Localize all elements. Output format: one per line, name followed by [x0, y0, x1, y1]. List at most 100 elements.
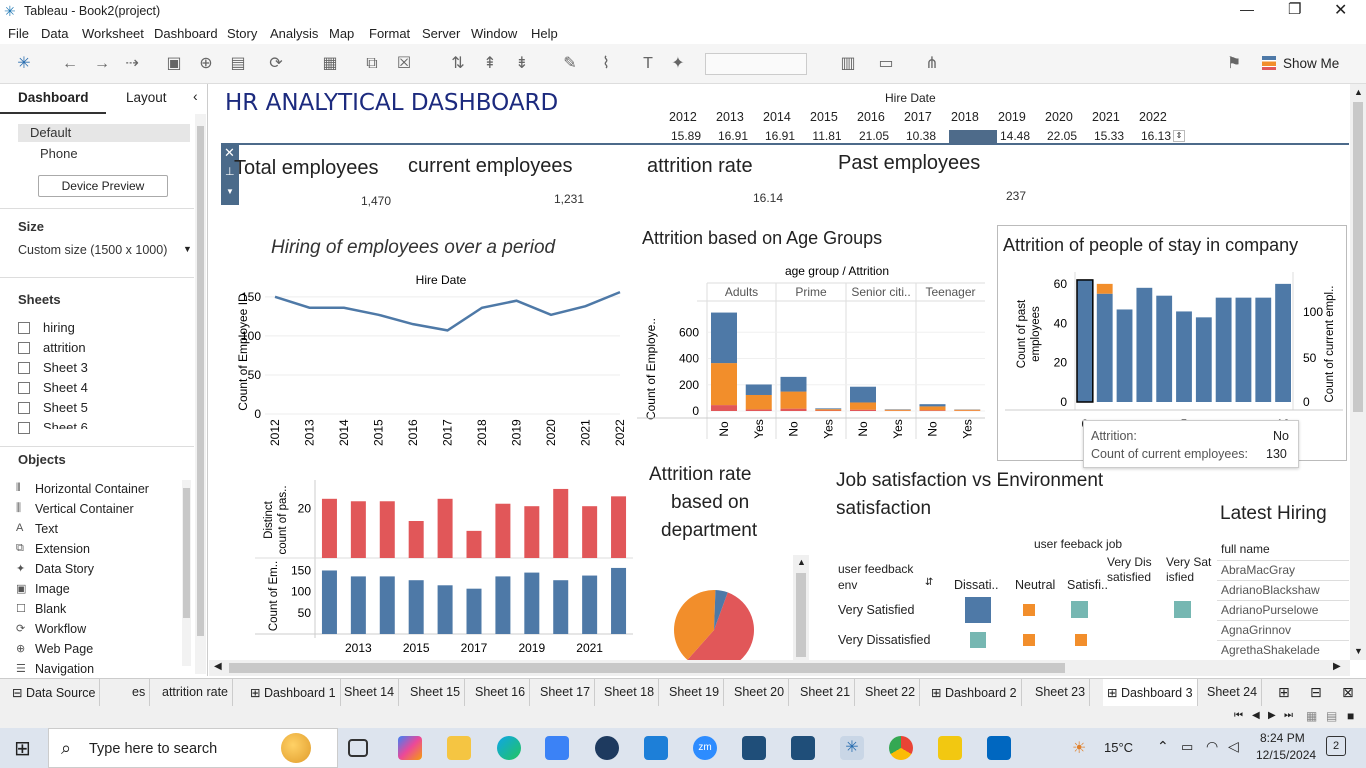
stay-bar[interactable] — [1255, 297, 1272, 402]
hire-year-value[interactable]: 14.48 — [992, 129, 1038, 143]
film-view-icon[interactable]: ▤ — [1326, 709, 1337, 723]
stay-bar[interactable] — [1116, 309, 1133, 402]
age-bar-segment[interactable] — [815, 409, 842, 411]
past-bar[interactable] — [379, 501, 395, 558]
menu-window[interactable]: Window — [471, 26, 517, 41]
new-dashboard-tab-icon[interactable]: ⊟ — [1310, 684, 1322, 701]
job-mark[interactable] — [970, 632, 986, 648]
hiring-line[interactable] — [274, 290, 621, 332]
tab-layout[interactable]: Layout — [126, 90, 167, 105]
sheet-tab[interactable]: Sheet 21 — [796, 679, 856, 706]
sheet-tab[interactable]: Sheet 18 — [600, 679, 660, 706]
copilot-icon[interactable] — [398, 736, 422, 760]
wifi-icon[interactable]: ◠ — [1206, 738, 1218, 755]
new-worksheet-tab-icon[interactable]: ⊞ — [1278, 684, 1290, 701]
age-bar-segment[interactable] — [745, 384, 772, 395]
sheet-item[interactable]: Sheet 6 — [43, 420, 88, 429]
age-bar-segment[interactable] — [850, 402, 876, 410]
past-bar[interactable] — [524, 506, 540, 558]
attach-icon[interactable]: ⌇ — [596, 54, 616, 74]
age-bar-segment[interactable] — [850, 409, 876, 411]
chevron-down-icon[interactable]: ▼ — [183, 244, 192, 254]
stay-bar[interactable] — [1215, 297, 1232, 402]
pin-icon[interactable]: ✦ — [668, 54, 688, 74]
menu-file[interactable]: File — [8, 26, 29, 41]
age-bar-segment[interactable] — [919, 404, 946, 407]
label-icon[interactable]: T — [638, 54, 658, 74]
show-cards-icon[interactable]: ▥ — [838, 54, 858, 74]
age-bar-segment[interactable] — [711, 405, 737, 411]
employee-bar[interactable] — [582, 575, 598, 634]
employee-bar[interactable] — [611, 567, 627, 634]
stay-bar[interactable] — [1156, 295, 1173, 402]
age-bar-segment[interactable] — [745, 409, 772, 411]
stay-bar[interactable] — [1136, 287, 1153, 402]
notification-icon[interactable]: 2 — [1326, 736, 1346, 756]
replay-icon[interactable]: ⇢ — [122, 54, 142, 74]
age-bar-segment[interactable] — [884, 409, 911, 411]
past-bar[interactable] — [408, 521, 424, 558]
object-item[interactable]: Text — [35, 522, 58, 536]
new-worksheet-icon[interactable]: ▦ — [320, 54, 340, 74]
age-bar-segment[interactable] — [711, 363, 737, 406]
menu-worksheet[interactable]: Worksheet — [82, 26, 144, 41]
windows-start-icon[interactable]: ⊞ — [14, 736, 31, 761]
minimize-button[interactable]: — — [1240, 1, 1254, 17]
latest-row[interactable]: AgrethaShakelade — [1217, 640, 1349, 660]
task-view-icon[interactable] — [348, 739, 368, 757]
sheet-tab[interactable]: Sheet 20 — [730, 679, 790, 706]
past-bar[interactable] — [495, 503, 511, 558]
hire-year-label[interactable]: 2013 — [716, 110, 756, 124]
past-bar[interactable] — [466, 530, 482, 558]
battery-icon[interactable]: ▭ — [1181, 739, 1193, 755]
menu-server[interactable]: Server — [422, 26, 460, 41]
past-bar[interactable] — [437, 498, 453, 558]
sheet-tab[interactable]: Sheet 16 — [471, 679, 531, 706]
latest-row[interactable]: AdrianoBlackshaw — [1217, 580, 1349, 600]
file-explorer-icon[interactable] — [447, 736, 471, 760]
sheet-tab[interactable]: Sheet 17 — [536, 679, 596, 706]
age-bar-segment[interactable] — [919, 406, 946, 411]
menu-data[interactable]: Data — [41, 26, 68, 41]
hire-filter-scroll-icon[interactable]: ⇕ — [1173, 130, 1185, 142]
hiring-line-chart[interactable]: Hire Date Count of Employee ID 0 50 100 150 20… — [235, 264, 635, 454]
employee-bar[interactable] — [495, 576, 511, 634]
past-bar[interactable] — [553, 488, 569, 558]
grid-view-icon[interactable]: ▦ — [1306, 709, 1317, 723]
nav-first-icon[interactable]: ⏮ — [1234, 710, 1243, 721]
sheet-item[interactable]: Sheet 4 — [43, 380, 88, 395]
menu-analysis[interactable]: Analysis — [270, 26, 318, 41]
stay-bar[interactable] — [1275, 283, 1291, 402]
tableau-taskbar-icon[interactable]: ✳ — [840, 736, 864, 760]
latest-row[interactable]: AdrianoPurselowe — [1217, 600, 1349, 620]
past-employees-bar-chart[interactable]: Distinct count of pas.. Count of Em.. 20 50 1… — [255, 480, 635, 660]
object-item[interactable]: Data Story — [35, 562, 94, 576]
hire-year-value[interactable]: 11.81 — [804, 129, 850, 143]
age-bar-segment[interactable] — [780, 391, 807, 409]
sheet-tab[interactable]: Sheet 24 — [1203, 679, 1263, 706]
stay-company-chart[interactable]: Count of past employees Count of current e… — [1005, 262, 1343, 430]
hire-year-label[interactable]: 2016 — [857, 110, 897, 124]
highlight-icon[interactable]: ✎ — [560, 54, 580, 74]
menu-format[interactable]: Format — [369, 26, 410, 41]
age-bar-segment[interactable] — [780, 408, 807, 411]
hire-year-label[interactable]: 2014 — [763, 110, 803, 124]
clock-date[interactable]: 12/15/2024 — [1256, 748, 1316, 762]
past-bar[interactable] — [611, 496, 627, 558]
sheet-tab[interactable]: es — [128, 679, 151, 706]
stay-bar[interactable] — [1096, 283, 1113, 294]
department-pie-chart[interactable] — [659, 580, 769, 660]
sheet-item[interactable]: attrition — [43, 340, 86, 355]
stay-bar[interactable] — [1195, 317, 1212, 402]
past-bar[interactable] — [350, 501, 366, 558]
pane-scrollbar[interactable] — [195, 114, 206, 674]
clear-sheet-icon[interactable]: ☒ — [394, 54, 414, 74]
clock-time[interactable]: 8:24 PM — [1260, 731, 1305, 745]
save-icon[interactable]: ▣ — [164, 54, 184, 74]
presentation-icon[interactable]: ▭ — [876, 54, 896, 74]
chevron-up-icon[interactable]: ⌃ — [1157, 738, 1169, 755]
stay-bar[interactable] — [1235, 297, 1252, 402]
hire-year-label[interactable]: 2018 — [951, 110, 991, 124]
object-item[interactable]: Vertical Container — [35, 502, 134, 516]
sort-icon[interactable]: ⇵ — [925, 577, 933, 588]
